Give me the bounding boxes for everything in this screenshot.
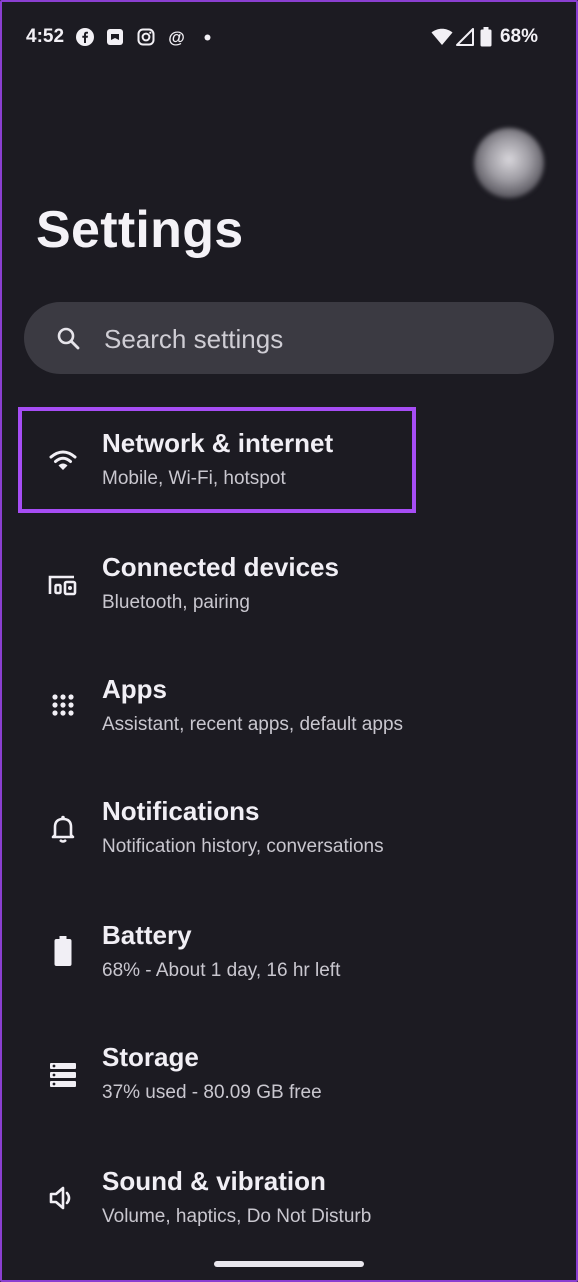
page-title: Settings xyxy=(36,201,244,259)
search-icon xyxy=(56,326,80,355)
setting-subtitle: Volume, haptics, Do Not Disturb xyxy=(102,1206,372,1227)
setting-subtitle: 68% - About 1 day, 16 hr left xyxy=(102,960,341,981)
setting-subtitle: Bluetooth, pairing xyxy=(102,592,250,613)
instagram-icon xyxy=(137,28,155,46)
wifi-status-icon xyxy=(431,28,453,46)
setting-subtitle: Notification history, conversations xyxy=(102,836,384,857)
setting-title: Apps xyxy=(102,674,167,704)
setting-title: Storage xyxy=(102,1042,199,1072)
setting-connected-devices[interactable]: Connected devices Bluetooth, pairing xyxy=(0,532,578,642)
svg-text:@: @ xyxy=(168,28,185,47)
messages-icon xyxy=(106,28,124,46)
setting-apps[interactable]: Apps Assistant, recent apps, default app… xyxy=(0,656,578,766)
setting-title: Connected devices xyxy=(102,552,339,582)
facebook-icon xyxy=(76,28,94,46)
search-bar[interactable] xyxy=(24,302,554,376)
search-input[interactable] xyxy=(102,302,526,376)
dot-icon xyxy=(204,34,211,41)
gesture-navigation-bar[interactable] xyxy=(214,1261,364,1267)
setting-storage[interactable]: Storage 37% used - 80.09 GB free xyxy=(0,1024,578,1134)
signal-icon xyxy=(456,28,474,46)
setting-subtitle: Assistant, recent apps, default apps xyxy=(102,714,404,735)
setting-title: Battery xyxy=(102,920,192,950)
connected-devices-icon xyxy=(46,568,80,602)
speaker-icon xyxy=(46,1181,80,1215)
setting-subtitle: 37% used - 80.09 GB free xyxy=(102,1082,322,1103)
apps-grid-icon xyxy=(46,688,80,722)
setting-battery[interactable]: Battery 68% - About 1 day, 16 hr left xyxy=(0,902,578,1012)
status-bar: 4:52 @ 68% xyxy=(0,0,578,78)
setting-notifications[interactable]: Notifications Notification history, conv… xyxy=(0,778,578,888)
battery-percent: 68% xyxy=(499,26,538,47)
status-time: 4:52 xyxy=(26,26,65,47)
setting-title: Notifications xyxy=(102,796,260,826)
highlight-box xyxy=(18,407,416,513)
storage-icon xyxy=(46,1058,80,1092)
battery-icon xyxy=(46,934,80,968)
setting-sound-vibration[interactable]: Sound & vibration Volume, haptics, Do No… xyxy=(0,1148,578,1258)
setting-title: Sound & vibration xyxy=(102,1166,326,1196)
account-avatar[interactable] xyxy=(474,128,544,198)
battery-status-icon xyxy=(480,27,492,47)
bell-icon xyxy=(46,812,80,846)
threads-icon: @ xyxy=(167,28,186,47)
